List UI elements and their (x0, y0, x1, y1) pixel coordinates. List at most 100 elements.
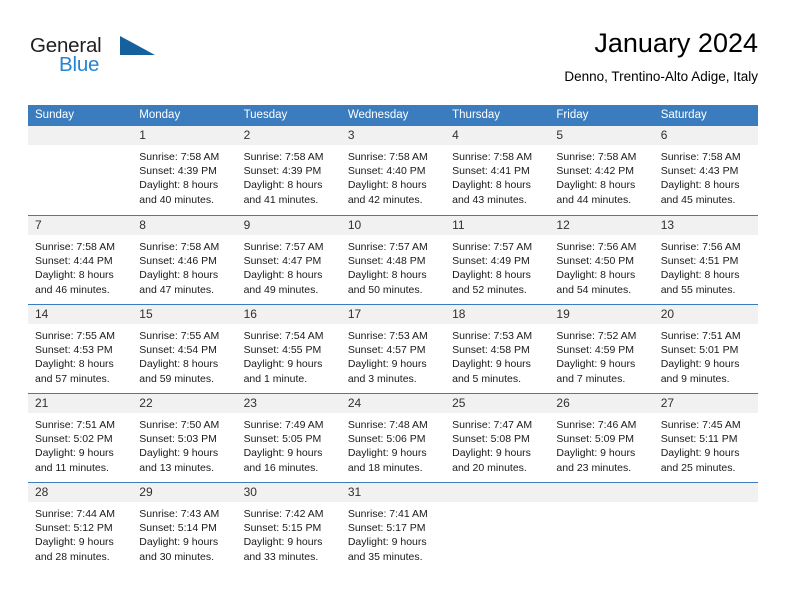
calendar-day-cell[interactable]: 24 Sunrise: 7:48 AM Sunset: 5:06 PM Dayligh… (340, 394, 446, 482)
day-number: 30 (243, 485, 257, 499)
sunrise-text: Sunrise: 7:57 AM (243, 241, 324, 253)
calendar-day-cell[interactable]: 17 Sunrise: 7:53 AM Sunset: 4:57 PM Dayligh… (340, 305, 446, 393)
day-number-band: 1 (132, 126, 237, 145)
daylight-text-line1: Daylight: 8 hours (660, 179, 740, 192)
calendar-day-cell[interactable]: 4 Sunrise: 7:58 AM Sunset: 4:41 PM Daylight… (445, 126, 550, 215)
sunrise-text: Sunrise: 7:58 AM (452, 151, 533, 163)
calendar-day-cell[interactable]: 25 Sunrise: 7:47 AM Sunset: 5:08 PM Dayligh… (445, 394, 550, 482)
sunrise-text: Sunrise: 7:56 AM (660, 241, 741, 253)
calendar-day-cell[interactable]: 13 Sunrise: 7:56 AM Sunset: 4:51 PM Dayligh… (653, 216, 758, 304)
sunset-text: Sunset: 5:17 PM (347, 522, 426, 535)
calendar-day-cell[interactable]: 14 Sunrise: 7:55 AM Sunset: 4:53 PM Dayligh… (28, 305, 133, 393)
daylight-text-line2: and 40 minutes. (139, 193, 214, 206)
day-number-band (28, 126, 133, 145)
calendar-day-cell[interactable]: 6 Sunrise: 7:58 AM Sunset: 4:43 PM Daylight… (653, 126, 758, 215)
sunset-text: Sunset: 5:14 PM (139, 522, 217, 535)
day-number-band: 26 (549, 394, 654, 413)
calendar-day-cell[interactable]: 29 Sunrise: 7:43 AM Sunset: 5:14 PM Dayligh… (132, 483, 237, 571)
sunset-text: Sunset: 4:55 PM (243, 344, 322, 357)
day-number-band: 5 (549, 126, 654, 145)
day-number: 1 (139, 128, 146, 142)
daylight-text-line2: and 45 minutes. (660, 193, 736, 206)
daylight-text-line1: Daylight: 8 hours (35, 269, 114, 282)
calendar-day-cell[interactable]: 12 Sunrise: 7:56 AM Sunset: 4:50 PM Dayligh… (549, 216, 654, 304)
sunset-text: Sunset: 4:58 PM (452, 344, 530, 357)
daylight-text-line2: and 42 minutes. (347, 193, 423, 206)
day-number-band: 18 (445, 305, 550, 324)
sunrise-text: Sunrise: 7:51 AM (35, 419, 115, 431)
day-number-band: 4 (445, 126, 550, 145)
daylight-text-line2: and 43 minutes. (452, 193, 527, 206)
sunrise-text: Sunrise: 7:58 AM (660, 151, 741, 163)
calendar-day-cell[interactable]: 31 Sunrise: 7:41 AM Sunset: 5:17 PM Dayligh… (340, 483, 446, 571)
sunrise-text: Sunrise: 7:54 AM (243, 330, 324, 342)
calendar-day-cell[interactable]: 18 Sunrise: 7:53 AM Sunset: 4:58 PM Dayligh… (445, 305, 550, 393)
daylight-text-line1: Daylight: 9 hours (347, 536, 427, 549)
sunrise-text: Sunrise: 7:45 AM (660, 419, 741, 431)
daylight-text-line2: and 9 minutes. (660, 372, 730, 385)
calendar-day-cell[interactable]: 7 Sunrise: 7:58 AM Sunset: 4:44 PM Daylight… (28, 216, 133, 304)
day-info: Sunrise: 7:50 AM Sunset: 5:03 PM Daylight:… (132, 413, 236, 475)
day-info: Sunrise: 7:58 AM Sunset: 4:39 PM Daylight:… (237, 145, 341, 207)
day-number-band: 25 (445, 394, 550, 413)
day-number-band: 8 (132, 216, 237, 235)
sunset-text: Sunset: 4:46 PM (139, 255, 217, 268)
sunrise-text: Sunrise: 7:55 AM (35, 330, 115, 342)
day-number-band: 15 (132, 305, 237, 324)
day-number-band: 22 (132, 394, 237, 413)
day-info: Sunrise: 7:47 AM Sunset: 5:08 PM Daylight:… (445, 413, 549, 475)
sunrise-text: Sunrise: 7:57 AM (347, 241, 428, 253)
sunset-text: Sunset: 5:05 PM (243, 433, 322, 446)
calendar-day-cell[interactable]: 23 Sunrise: 7:49 AM Sunset: 5:05 PM Dayligh… (236, 394, 341, 482)
calendar-day-cell[interactable]: 21 Sunrise: 7:51 AM Sunset: 5:02 PM Dayligh… (28, 394, 133, 482)
sunrise-text: Sunrise: 7:41 AM (347, 508, 428, 520)
calendar-day-cell[interactable]: 5 Sunrise: 7:58 AM Sunset: 4:42 PM Daylight… (549, 126, 654, 215)
daylight-text-line1: Daylight: 8 hours (35, 358, 114, 371)
brand-name-blue: Blue (59, 53, 100, 76)
daylight-text-line1: Daylight: 9 hours (556, 358, 636, 371)
day-number-band: 2 (236, 126, 341, 145)
day-number-band: 3 (340, 126, 446, 145)
day-number: 29 (139, 485, 153, 499)
calendar-day-cell[interactable]: 22 Sunrise: 7:50 AM Sunset: 5:03 PM Dayligh… (132, 394, 237, 482)
daylight-text-line1: Daylight: 8 hours (139, 269, 219, 282)
calendar-day-cell[interactable]: 3 Sunrise: 7:58 AM Sunset: 4:40 PM Daylight… (340, 126, 446, 215)
calendar-day-cell[interactable]: 2 Sunrise: 7:58 AM Sunset: 4:39 PM Daylight… (236, 126, 341, 215)
calendar-day-cell[interactable]: 9 Sunrise: 7:57 AM Sunset: 4:47 PM Daylight… (236, 216, 341, 304)
calendar-day-cell[interactable]: 8 Sunrise: 7:58 AM Sunset: 4:46 PM Daylight… (132, 216, 237, 304)
sunset-text: Sunset: 4:47 PM (243, 255, 322, 268)
calendar-day-cell[interactable]: 1 Sunrise: 7:58 AM Sunset: 4:39 PM Daylight… (132, 126, 237, 215)
day-info: Sunrise: 7:57 AM Sunset: 4:49 PM Daylight:… (445, 235, 549, 297)
day-number-band: 31 (340, 483, 446, 502)
sunset-text: Sunset: 5:08 PM (452, 433, 530, 446)
calendar-day-cell[interactable]: 20 Sunrise: 7:51 AM Sunset: 5:01 PM Dayligh… (653, 305, 758, 393)
daylight-text-line2: and 16 minutes. (243, 461, 319, 474)
day-number-band (549, 483, 654, 502)
day-info: Sunrise: 7:44 AM Sunset: 5:12 PM Daylight:… (28, 502, 132, 564)
day-number: 6 (660, 128, 668, 142)
day-number-band: 13 (653, 216, 758, 235)
weekday-header-wednesday: Wednesday (347, 109, 409, 121)
day-info: Sunrise: 7:58 AM Sunset: 4:39 PM Daylight:… (132, 145, 236, 207)
calendar-day-cell-empty (28, 126, 133, 215)
day-info: Sunrise: 7:51 AM Sunset: 5:02 PM Daylight:… (28, 413, 132, 475)
daylight-text-line1: Daylight: 8 hours (660, 269, 740, 282)
calendar-day-cell[interactable]: 15 Sunrise: 7:55 AM Sunset: 4:54 PM Dayligh… (132, 305, 237, 393)
calendar-day-cell[interactable]: 27 Sunrise: 7:45 AM Sunset: 5:11 PM Dayligh… (653, 394, 758, 482)
page-title: January 2024 (594, 28, 758, 58)
daylight-text-line2: and 33 minutes. (243, 550, 319, 563)
calendar-day-cell[interactable]: 10 Sunrise: 7:57 AM Sunset: 4:48 PM Dayligh… (340, 216, 446, 304)
day-number-band (445, 483, 550, 502)
generalblue-logo[interactable]: General Blue (28, 34, 178, 86)
daylight-text-line1: Daylight: 9 hours (35, 536, 114, 549)
day-number-band: 24 (340, 394, 446, 413)
calendar-day-cell[interactable]: 28 Sunrise: 7:44 AM Sunset: 5:12 PM Dayligh… (28, 483, 133, 571)
calendar-day-cell[interactable]: 26 Sunrise: 7:46 AM Sunset: 5:09 PM Dayligh… (549, 394, 654, 482)
calendar-weeks: 1 Sunrise: 7:58 AM Sunset: 4:39 PM Daylight… (28, 126, 758, 571)
day-number: 15 (139, 307, 153, 321)
day-info: Sunrise: 7:46 AM Sunset: 5:09 PM Daylight:… (549, 413, 653, 475)
calendar-day-cell[interactable]: 30 Sunrise: 7:42 AM Sunset: 5:15 PM Dayligh… (236, 483, 341, 571)
calendar-day-cell[interactable]: 19 Sunrise: 7:52 AM Sunset: 4:59 PM Dayligh… (549, 305, 654, 393)
calendar-day-cell[interactable]: 16 Sunrise: 7:54 AM Sunset: 4:55 PM Dayligh… (236, 305, 341, 393)
calendar-day-cell[interactable]: 11 Sunrise: 7:57 AM Sunset: 4:49 PM Dayligh… (445, 216, 550, 304)
